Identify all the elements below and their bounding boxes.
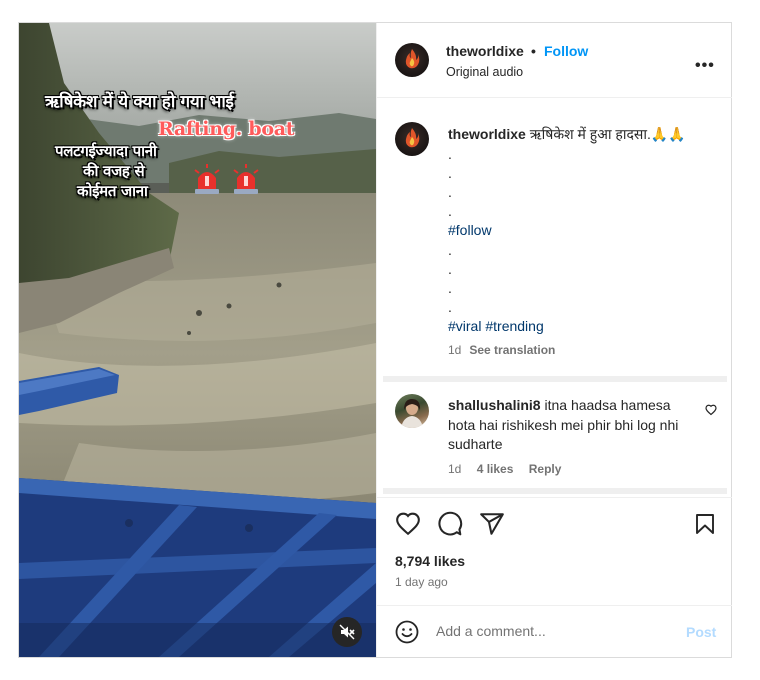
emoji-icon[interactable] <box>395 620 419 644</box>
more-options-icon[interactable]: ••• <box>695 57 715 75</box>
caption-meta: 1d See translation <box>448 343 555 357</box>
see-translation-button[interactable]: See translation <box>469 343 555 357</box>
comment-item: shallushalini8 itna haadsa hamesa hota h… <box>377 384 732 494</box>
post-actions: 8,794 likes 1 day ago <box>377 497 732 606</box>
logo-icon <box>405 49 420 69</box>
caption-dot: . <box>448 146 452 162</box>
avatar-photo <box>401 399 423 428</box>
header-username[interactable]: theworldixe <box>446 43 524 59</box>
likes-count[interactable]: 8,794 likes <box>395 553 465 569</box>
comment-input[interactable]: Add a comment... <box>436 623 546 639</box>
caption-hashtags: #viral #trending <box>448 318 544 334</box>
hashtag-trending[interactable]: #trending <box>485 318 543 334</box>
post-comment-button[interactable]: Post <box>686 624 716 640</box>
post-details-panel: theworldixe • Follow Original audio ••• … <box>376 23 732 657</box>
separator-dot: • <box>531 43 536 59</box>
reply-button[interactable]: Reply <box>529 462 562 476</box>
overlay-text-line4: की वजह से <box>83 162 145 180</box>
siren-icon <box>233 164 259 194</box>
caption-dot: . <box>448 165 452 181</box>
caption-dot: . <box>448 280 452 296</box>
siren-icon <box>194 164 220 194</box>
post-video[interactable]: ऋषिकेश में ये क्या हो गया भाई Rafting. b… <box>19 23 376 657</box>
comment-meta: 1d 4 likes Reply <box>448 462 573 476</box>
post-card: ऋषिकेश में ये क्या हो गया भाई Rafting. b… <box>18 22 732 658</box>
overlay-text-line3: पलटगईज्यादा पानी <box>55 142 157 160</box>
post-caption: theworldixe ऋषिकेश में हुआ हादसा.🙏🙏 . . … <box>377 98 732 378</box>
comment-icon[interactable] <box>437 511 463 537</box>
caption-dot: . <box>448 242 452 258</box>
overlay-text-line5: कोईमत जाना <box>77 182 148 200</box>
caption-dot: . <box>448 203 452 219</box>
share-icon[interactable] <box>479 511 505 537</box>
caption-username[interactable]: theworldixe <box>448 126 526 142</box>
heart-icon[interactable] <box>705 404 717 416</box>
caption-body: ऋषिकेश में हुआ हादसा.🙏🙏 <box>529 126 686 142</box>
divider <box>383 488 727 494</box>
mute-button[interactable] <box>332 617 362 647</box>
comment-text: shallushalini8 itna haadsa hamesa hota h… <box>448 396 688 455</box>
caption-dot: . <box>448 299 452 315</box>
caption-time[interactable]: 1d <box>448 343 461 357</box>
avatar[interactable] <box>395 43 429 77</box>
speaker-muted-icon <box>339 624 355 640</box>
heart-icon[interactable] <box>395 511 421 537</box>
avatar[interactable] <box>395 394 429 428</box>
overlay-text-line1: ऋषिकेश में ये क्या हो गया भाई <box>45 92 234 112</box>
add-comment-bar: Add a comment... Post <box>377 605 732 658</box>
comment-likes[interactable]: 4 likes <box>477 462 514 476</box>
hashtag-viral[interactable]: #viral <box>448 318 481 334</box>
bookmark-icon[interactable] <box>693 511 717 537</box>
logo-icon <box>405 128 420 148</box>
post-header: theworldixe • Follow Original audio ••• <box>377 23 732 98</box>
post-timestamp[interactable]: 1 day ago <box>395 575 448 589</box>
comment-time[interactable]: 1d <box>448 462 461 476</box>
follow-button[interactable]: Follow <box>544 43 588 59</box>
caption-text: theworldixe ऋषिकेश में हुआ हादसा.🙏🙏 <box>448 125 718 144</box>
caption-dot: . <box>448 184 452 200</box>
hashtag-follow[interactable]: #follow <box>448 222 492 238</box>
divider <box>383 376 727 382</box>
audio-label[interactable]: Original audio <box>446 65 523 79</box>
avatar[interactable] <box>395 122 429 156</box>
overlay-text-line2: Rafting. boat <box>158 118 295 140</box>
comment-username[interactable]: shallushalini8 <box>448 397 541 413</box>
caption-dot: . <box>448 261 452 277</box>
